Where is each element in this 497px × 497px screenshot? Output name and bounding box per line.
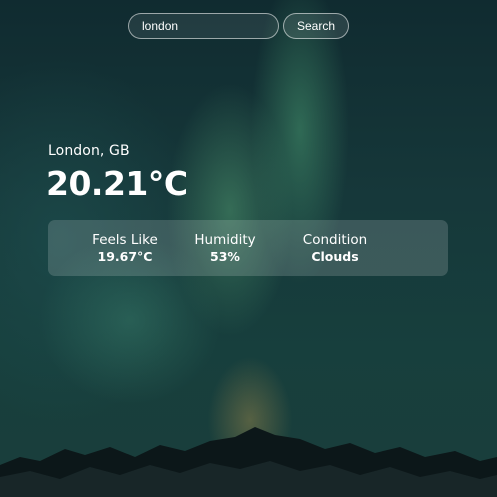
search-input[interactable] [128, 13, 279, 39]
weather-details-panel: Feels Like 19.67°C Humidity 53% Conditio… [48, 220, 448, 276]
mountain-silhouette [0, 427, 497, 497]
condition-label: Condition [302, 232, 368, 249]
condition-value: Clouds [311, 248, 359, 264]
condition-detail: Condition Clouds [280, 232, 390, 263]
temperature-value: 20.21°C [46, 164, 188, 203]
search-bar: Search [128, 13, 349, 39]
location-label: London, GB [48, 143, 130, 159]
feels-like-value: 19.67°C [97, 248, 153, 264]
feels-like-detail: Feels Like 19.67°C [70, 232, 180, 263]
humidity-detail: Humidity 53% [180, 232, 270, 263]
humidity-label: Humidity [194, 232, 256, 249]
humidity-value: 53% [210, 248, 240, 264]
feels-like-label: Feels Like [92, 232, 158, 249]
search-button[interactable]: Search [283, 13, 349, 39]
